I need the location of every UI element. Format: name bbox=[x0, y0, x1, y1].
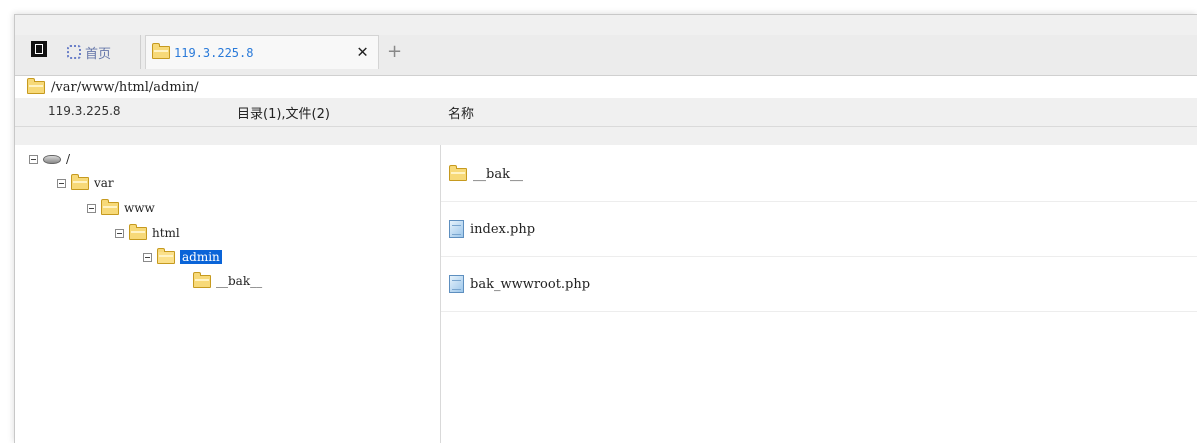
tree-node-www[interactable]: www bbox=[87, 198, 155, 218]
tree-node-label: www bbox=[124, 201, 155, 215]
list-item[interactable]: index.php bbox=[441, 202, 1197, 257]
host-label: 119.3.225.8 bbox=[48, 104, 121, 118]
tree-node-html[interactable]: html bbox=[115, 223, 180, 243]
name-column-header[interactable]: 名称 bbox=[448, 103, 474, 122]
file-name: index.php bbox=[470, 221, 536, 237]
file-manager-window: 首页 119.3.225.8 ✕ + /var/www/html/admin/ … bbox=[14, 14, 1197, 443]
folder-icon bbox=[449, 164, 467, 181]
folder-icon bbox=[193, 271, 211, 288]
file-name: __bak__ bbox=[473, 166, 523, 182]
home-icon bbox=[67, 45, 81, 59]
collapse-icon[interactable] bbox=[29, 154, 38, 164]
collapse-icon[interactable] bbox=[143, 252, 152, 262]
file-name: bak_wwwroot.php bbox=[470, 276, 591, 292]
file-list: __bak__ index.php bak_wwwroot.php bbox=[441, 145, 1197, 443]
collapse-icon[interactable] bbox=[87, 203, 96, 213]
tree-node-label: var bbox=[94, 176, 114, 190]
path-bar[interactable]: /var/www/html/admin/ bbox=[15, 75, 1197, 99]
directory-tree: / var www html admin __bak__ bbox=[15, 145, 441, 443]
window-menu-icon[interactable] bbox=[31, 41, 47, 57]
tree-node-var[interactable]: var bbox=[57, 173, 114, 193]
file-icon bbox=[449, 220, 464, 238]
folder-icon bbox=[152, 43, 170, 59]
tree-node-admin[interactable]: admin bbox=[143, 247, 222, 267]
tab-home-label: 首页 bbox=[85, 46, 112, 62]
folder-open-icon bbox=[157, 247, 175, 264]
path-text[interactable]: /var/www/html/admin/ bbox=[51, 80, 199, 95]
collapse-icon[interactable] bbox=[57, 178, 66, 188]
folder-icon bbox=[101, 198, 119, 215]
item-count: 目录(1),文件(2) bbox=[237, 107, 330, 122]
tab-host[interactable]: 119.3.225.8 ✕ bbox=[145, 35, 379, 69]
folder-icon bbox=[71, 173, 89, 190]
drive-icon bbox=[43, 154, 61, 164]
list-item[interactable]: bak_wwwroot.php bbox=[441, 257, 1197, 312]
tree-node-root[interactable]: / bbox=[29, 149, 70, 169]
close-icon[interactable]: ✕ bbox=[357, 42, 368, 62]
add-tab-button[interactable]: + bbox=[387, 42, 402, 62]
tree-node-bak[interactable]: __bak__ bbox=[193, 271, 262, 291]
tree-node-label: __bak__ bbox=[216, 274, 263, 288]
file-icon bbox=[449, 275, 464, 293]
tab-bar: 首页 119.3.225.8 ✕ + bbox=[15, 35, 1197, 75]
folder-icon bbox=[129, 223, 147, 240]
tree-node-label-selected: admin bbox=[180, 250, 222, 264]
tab-host-label: 119.3.225.8 bbox=[174, 45, 254, 60]
collapse-icon[interactable] bbox=[115, 228, 124, 238]
tree-node-label: / bbox=[66, 152, 71, 166]
folder-icon bbox=[27, 77, 45, 94]
tab-home[interactable]: 首页 bbox=[61, 35, 141, 69]
list-item[interactable]: __bak__ bbox=[441, 147, 1197, 202]
tree-node-label: html bbox=[152, 226, 180, 240]
column-header: 119.3.225.8 目录(1),文件(2) 名称 bbox=[15, 98, 1197, 127]
